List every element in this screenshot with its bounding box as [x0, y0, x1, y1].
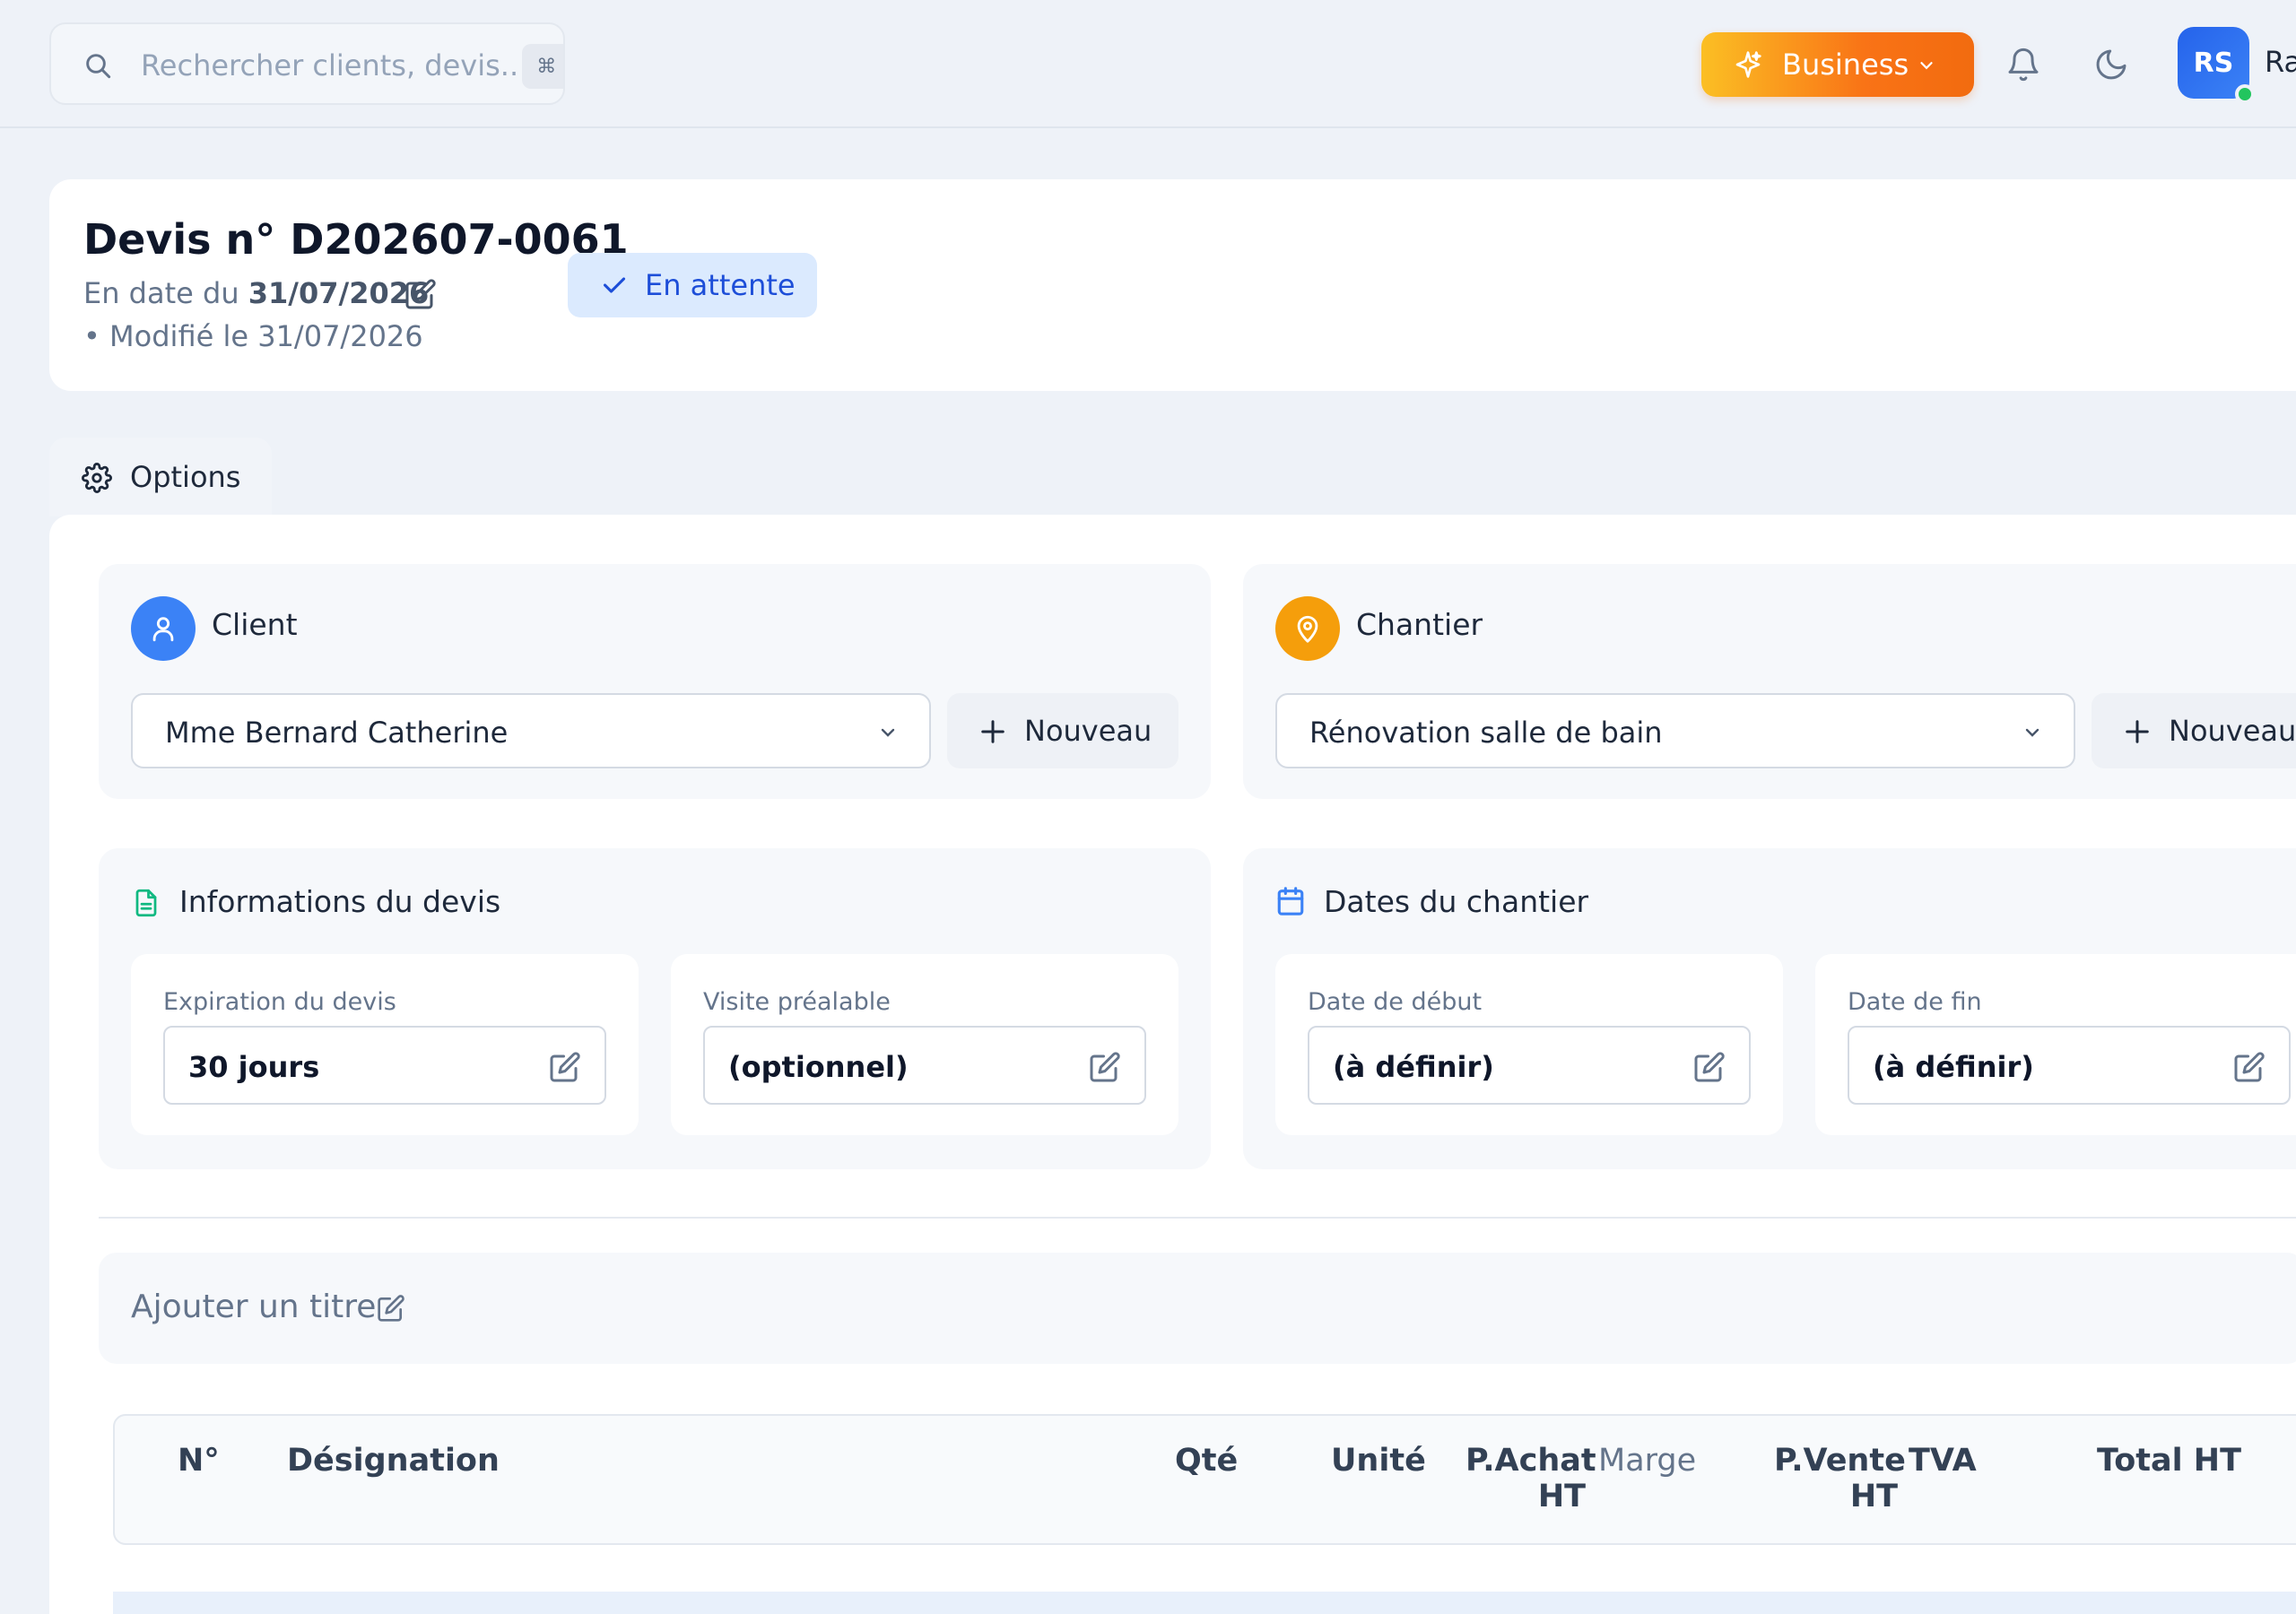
end-date-field[interactable]: (à définir) — [1848, 1026, 2291, 1105]
quote-info-title: Informations du devis — [179, 884, 501, 919]
quote-header-card: Devis n° D202607-0061 En date du 31/07/2… — [49, 179, 2296, 391]
quote-date-prefix: En date du — [83, 276, 248, 310]
search-bar[interactable]: Rechercher clients, devis... ⌘ K — [49, 22, 565, 105]
visite-value: (optionnel) — [728, 1050, 909, 1084]
edit-icon[interactable] — [1089, 1051, 1121, 1083]
quote-modified-date: • Modifié le 31/07/2026 — [83, 319, 423, 353]
chantier-section: Chantier Rénovation salle de bain Nouvea… — [1243, 564, 2296, 799]
client-icon-badge — [131, 596, 196, 661]
plus-icon — [2126, 720, 2149, 743]
client-select-value: Mme Bernard Catherine — [165, 716, 509, 750]
client-section-title: Client — [212, 607, 298, 642]
sparkles-icon — [1735, 51, 1761, 78]
quote-date-value: 31/07/2026 — [248, 276, 430, 310]
visite-card: Visite préalable (optionnel) — [671, 954, 1178, 1135]
start-date-label: Date de début — [1308, 988, 1483, 1016]
plan-label: Business — [1782, 48, 1909, 82]
check-icon — [603, 277, 626, 293]
chantier-select[interactable]: Rénovation salle de bain — [1275, 693, 2075, 768]
edit-icon[interactable] — [549, 1051, 581, 1083]
col-designation: Désignation — [287, 1443, 500, 1479]
expiration-value: 30 jours — [188, 1050, 320, 1084]
col-pachat-line1: P.Achat — [1465, 1443, 1596, 1479]
status-badge[interactable]: En attente — [568, 253, 817, 317]
expiration-label: Expiration du devis — [163, 988, 396, 1016]
new-chantier-button[interactable]: Nouveau — [2092, 693, 2296, 768]
col-total: Total HT — [2097, 1443, 2241, 1479]
edit-icon[interactable] — [1693, 1051, 1726, 1083]
user-icon — [152, 617, 174, 642]
quote-table-header: N° Désignation Qté Unité P.Achat HT Marg… — [113, 1414, 2296, 1545]
end-date-label: Date de fin — [1848, 988, 1982, 1016]
tab-options[interactable]: Options — [49, 438, 272, 516]
dates-section: Dates du chantier Date de début (à défin… — [1243, 848, 2296, 1169]
bell-icon[interactable] — [2005, 45, 2041, 84]
visite-field[interactable]: (optionnel) — [703, 1026, 1146, 1105]
col-qty: Qté — [1175, 1443, 1239, 1479]
end-date-value: (à définir) — [1873, 1050, 2034, 1084]
tab-options-label: Options — [130, 460, 241, 494]
top-bar: Rechercher clients, devis... ⌘ K Busines… — [0, 0, 2296, 128]
new-chantier-label: Nouveau — [2169, 714, 2296, 748]
search-shortcut-badge: ⌘ K — [522, 44, 563, 89]
map-pin-icon — [1297, 615, 1318, 643]
user-name[interactable]: Ra — [2265, 45, 2296, 79]
col-marge: Marge — [1598, 1443, 1697, 1479]
col-pachat: P.Achat HT — [1465, 1443, 1596, 1514]
section-divider — [99, 1217, 2296, 1219]
col-pvente-line1: P.Vente — [1774, 1443, 1906, 1479]
client-select[interactable]: Mme Bernard Catherine — [131, 693, 931, 768]
visite-label: Visite préalable — [703, 988, 891, 1016]
quote-info-section: Informations du devis Expiration du devi… — [99, 848, 1211, 1169]
edit-date-icon[interactable] — [404, 278, 437, 310]
add-title-bar[interactable]: Ajouter un titre — [99, 1253, 2296, 1364]
col-pachat-line2: HT — [1537, 1479, 1586, 1514]
moon-icon[interactable] — [2093, 47, 2129, 82]
chevron-down-icon — [1920, 62, 1933, 70]
expiration-card: Expiration du devis 30 jours — [131, 954, 639, 1135]
status-label: En attente — [645, 268, 796, 302]
search-icon — [86, 54, 111, 79]
edit-icon[interactable] — [2233, 1051, 2266, 1083]
end-date-card: Date de fin (à définir) — [1815, 954, 2296, 1135]
user-avatar[interactable]: RS — [2178, 27, 2255, 104]
new-client-label: Nouveau — [1024, 714, 1152, 748]
col-num: N° — [178, 1443, 220, 1479]
col-pvente-line2: HT — [1849, 1479, 1898, 1514]
online-status-dot — [2235, 84, 2255, 104]
chevron-down-icon — [2025, 728, 2039, 737]
chantier-select-value: Rénovation salle de bain — [1309, 716, 1663, 750]
plan-button[interactable]: Business — [1701, 32, 1974, 97]
start-date-value: (à définir) — [1333, 1050, 1494, 1084]
table-row[interactable] — [113, 1592, 2296, 1614]
start-date-card: Date de début (à définir) — [1275, 954, 1783, 1135]
plus-icon — [981, 720, 1004, 743]
client-section: Client Mme Bernard Catherine Nouveau — [99, 564, 1211, 799]
add-title-label: Ajouter un titre — [131, 1289, 377, 1325]
new-client-button[interactable]: Nouveau — [947, 693, 1178, 768]
calendar-icon — [1277, 887, 1304, 915]
col-unit: Unité — [1331, 1443, 1426, 1479]
document-icon — [135, 889, 157, 917]
chantier-icon-badge — [1275, 596, 1340, 661]
quote-date: En date du 31/07/2026 — [83, 276, 429, 310]
avatar-initials: RS — [2193, 47, 2234, 79]
chantier-section-title: Chantier — [1356, 607, 1483, 642]
page-title: Devis n° D202607-0061 — [83, 215, 629, 264]
start-date-field[interactable]: (à définir) — [1308, 1026, 1751, 1105]
dates-title: Dates du chantier — [1324, 884, 1589, 919]
col-tva: TVA — [1909, 1443, 1977, 1479]
search-input[interactable]: Rechercher clients, devis... — [141, 46, 517, 85]
chevron-down-icon — [881, 728, 895, 737]
gear-icon — [82, 463, 112, 493]
col-pvente: P.Vente HT — [1774, 1443, 1906, 1514]
expiration-field[interactable]: 30 jours — [163, 1026, 606, 1105]
edit-icon[interactable] — [377, 1294, 405, 1323]
